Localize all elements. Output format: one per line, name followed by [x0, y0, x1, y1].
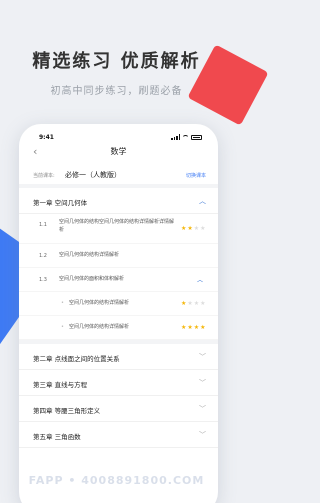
section-row[interactable]: 1.1 空间几何体的结构空间几何体的结构详情解析详情解析 ★ ★ ★ ★	[19, 214, 218, 244]
chapter-title: 第四章 等腰三角形定义	[33, 407, 101, 415]
chevron-down-icon: ﹀	[199, 431, 206, 439]
chapter-title: 第一章 空间几何体	[33, 199, 88, 207]
star-icon: ★	[200, 324, 206, 331]
headline: 精选练习 优质解析	[32, 51, 201, 72]
subheadline: 初高中同步练习，刷题必备	[50, 86, 183, 97]
star-icon: ★	[187, 225, 193, 232]
status-time: 9:41	[39, 134, 54, 141]
subsection-title: 空间几何体的结构详情解析	[69, 300, 130, 306]
chevron-down-icon: ﹀	[199, 379, 206, 387]
chapter-title: 第三章 直线与方程	[33, 381, 88, 389]
star-icon: ★	[181, 324, 187, 331]
battery-icon	[191, 134, 202, 140]
subsection-row[interactable]: • 空间几何体的结构详情解析 ★ ★ ★ ★	[19, 316, 218, 340]
section-title: 空间几何体的面积和体积解析	[59, 276, 125, 282]
section-number: 1.2	[39, 253, 47, 259]
nav-bar: ‹ 数学	[19, 144, 218, 166]
current-textbook-row: 当前课本: 必修一（人教版） 切换课本	[19, 166, 218, 188]
chevron-down-icon: ﹀	[199, 405, 206, 413]
chapter-title: 第五章 三角函数	[33, 433, 81, 441]
star-icon: ★	[200, 225, 206, 232]
star-icon: ★	[193, 225, 200, 232]
difficulty-stars: ★ ★ ★ ★	[181, 226, 206, 232]
status-bar: 9:41	[19, 124, 218, 144]
section-number: 1.3	[39, 277, 47, 283]
bullet-icon: •	[61, 300, 64, 306]
star-icon: ★	[193, 300, 200, 307]
chevron-up-icon: ︿	[197, 277, 204, 284]
chevron-up-icon: ︿	[199, 197, 206, 205]
phone-frame: 9:41 ‹ 数学 当前课本: 必修一（人教版） 切换课本 第一章 空间几何体 …	[19, 124, 218, 503]
signal-icon	[171, 134, 180, 140]
textbook-value: 必修一（人教版）	[65, 171, 121, 179]
chapter-row[interactable]: 第四章 等腰三角形定义 ﹀	[19, 396, 218, 422]
section-row[interactable]: 1.3 空间几何体的面积和体积解析 ︿	[19, 268, 218, 292]
switch-textbook-link[interactable]: 切换课本	[186, 172, 206, 179]
page-title: 数学	[110, 147, 127, 156]
chevron-down-icon: ﹀	[199, 353, 206, 361]
star-icon: ★	[181, 225, 187, 232]
difficulty-stars: ★ ★ ★ ★	[181, 301, 206, 307]
wifi-icon	[182, 134, 189, 140]
section-row[interactable]: 1.2 空间几何体的结构详情解析	[19, 244, 218, 268]
chapter-row[interactable]: 第一章 空间几何体 ︿	[19, 188, 218, 214]
textbook-label: 当前课本:	[33, 173, 55, 179]
bullet-icon: •	[61, 324, 64, 330]
star-icon: ★	[200, 300, 206, 307]
chapter-row[interactable]: 第三章 直线与方程 ﹀	[19, 370, 218, 396]
chapter-row[interactable]: 第五章 三角函数 ﹀	[19, 422, 218, 448]
section-title: 空间几何体的结构详情解析	[59, 252, 120, 258]
watermark: FAPP • 4008891800.COM	[28, 474, 205, 487]
subsection-row[interactable]: • 空间几何体的结构详情解析 ★ ★ ★ ★	[19, 292, 218, 316]
section-title: 空间几何体的结构空间几何体的结构详情解析详情解析	[59, 219, 175, 233]
star-icon: ★	[187, 324, 193, 331]
chapter-row[interactable]: 第二章 点线面之间的位置关系 ﹀	[19, 344, 218, 370]
section-number: 1.1	[39, 222, 47, 228]
difficulty-stars: ★ ★ ★ ★	[181, 325, 206, 331]
star-icon: ★	[181, 300, 187, 307]
star-icon: ★	[187, 300, 193, 307]
subsection-title: 空间几何体的结构详情解析	[69, 324, 130, 330]
star-icon: ★	[193, 324, 200, 331]
chapter-title: 第二章 点线面之间的位置关系	[33, 355, 120, 363]
status-icons	[171, 134, 202, 140]
